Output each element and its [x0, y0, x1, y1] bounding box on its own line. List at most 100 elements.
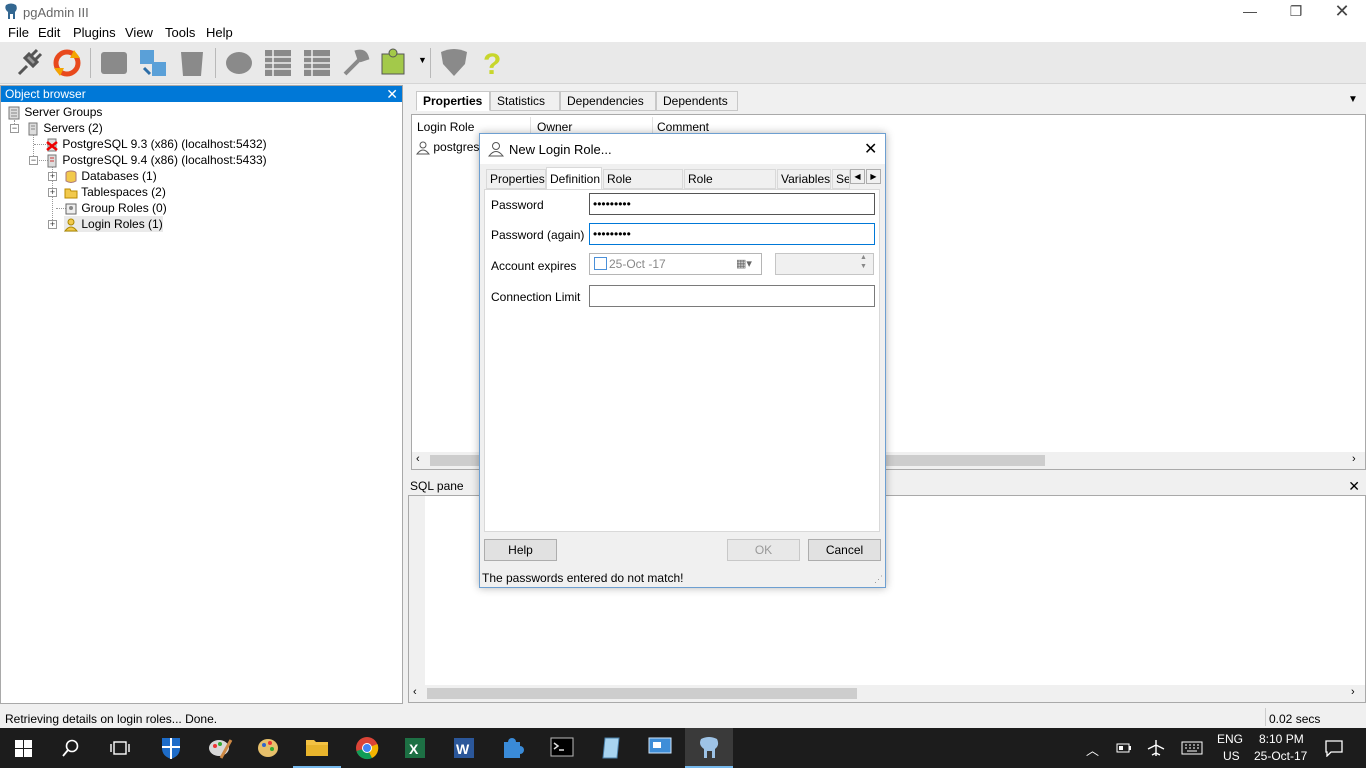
tab-role-privileges[interactable]: Role privileges [603, 169, 683, 204]
help-button[interactable]: Help [484, 539, 557, 561]
resize-grip-icon[interactable]: ⋰ [874, 574, 883, 585]
menu-view[interactable]: View [125, 25, 153, 40]
plugins-dropdown-icon[interactable]: ▼ [418, 55, 427, 65]
expand-icon[interactable]: + [48, 172, 57, 181]
taskbar-app-remote[interactable] [636, 728, 684, 768]
minimize-button[interactable]: — [1227, 0, 1273, 24]
taskbar-app-file-explorer[interactable] [293, 728, 341, 768]
menu-file[interactable]: File [8, 25, 29, 40]
calendar-dropdown-icon[interactable]: ▦▾ [736, 254, 752, 274]
cancel-button[interactable]: Cancel [808, 539, 881, 561]
menu-tools[interactable]: Tools [165, 25, 195, 40]
tab-properties[interactable]: Properties [416, 91, 490, 111]
task-view-icon[interactable] [110, 740, 130, 756]
airplane-mode-icon[interactable] [1147, 739, 1165, 757]
horizontal-scrollbar[interactable]: ‹ › [409, 685, 1365, 702]
taskbar-app-paint[interactable] [195, 728, 243, 768]
tree-item-server-groups[interactable]: Server Groups [7, 104, 102, 120]
action-center-icon[interactable] [1325, 739, 1343, 757]
account-expires-date-picker[interactable]: 25-Oct -17 ▦▾ [589, 253, 762, 275]
view-data-icon[interactable] [261, 46, 295, 80]
scroll-right-icon[interactable]: › [1351, 686, 1355, 698]
tab-security[interactable]: Se [832, 169, 850, 189]
clock-date[interactable]: 25-Oct-17 [1254, 749, 1307, 763]
taskbar-app-excel[interactable]: X [391, 728, 439, 768]
close-icon[interactable]: ✕ [1348, 477, 1360, 495]
password-field[interactable]: ••••••••• [589, 193, 875, 215]
tree-item-postgresql-93[interactable]: PostgreSQL 9.3 (x86) (localhost:5432) [45, 136, 267, 152]
close-dialog-button[interactable]: ✕ [864, 139, 877, 159]
tree-item-tablespaces[interactable]: Tablespaces (2) [64, 184, 166, 200]
properties-icon[interactable] [97, 46, 131, 80]
show-hidden-icons-icon[interactable]: ︿ [1086, 740, 1099, 759]
column-header-comment[interactable]: Comment [657, 120, 709, 134]
taskbar-app-paint3d[interactable] [244, 728, 292, 768]
tab-scroll-left-icon[interactable]: ◀ [850, 169, 865, 184]
help-question-icon[interactable]: ? [476, 46, 510, 80]
spinner-arrows-icon[interactable]: ▲ ▼ [860, 253, 867, 271]
password-again-field[interactable]: ••••••••• [589, 223, 875, 245]
menu-edit[interactable]: Edit [38, 25, 60, 40]
tree-item-servers[interactable]: Servers (2) [26, 120, 103, 136]
taskbar: X W ︿ ENG US 8:10 PM 25-Oct-17 [0, 728, 1366, 768]
taskbar-app-word[interactable]: W [440, 728, 488, 768]
tree-item-postgresql-94[interactable]: PostgreSQL 9.4 (x86) (localhost:5433) [45, 152, 267, 168]
tree-item-databases[interactable]: Databases (1) [64, 168, 157, 184]
create-object-icon[interactable] [136, 46, 170, 80]
taskbar-app-notes[interactable] [587, 728, 635, 768]
scrollbar-thumb[interactable] [427, 688, 857, 699]
windows-start-icon[interactable] [15, 740, 32, 757]
tab-dependents[interactable]: Dependents [656, 91, 738, 111]
scroll-left-icon[interactable]: ‹ [413, 686, 417, 698]
collapse-icon[interactable]: − [10, 124, 19, 133]
hint-icon[interactable] [437, 46, 471, 80]
tree-item-group-roles[interactable]: Group Roles (0) [64, 200, 167, 216]
keyboard-icon[interactable] [1181, 741, 1203, 755]
view-filtered-data-icon[interactable] [300, 46, 334, 80]
tree-item-login-roles[interactable]: Login Roles (1) [64, 216, 163, 232]
tab-statistics[interactable]: Statistics [490, 91, 560, 111]
search-icon[interactable] [62, 739, 80, 757]
menu-plugins[interactable]: Plugins [73, 25, 116, 40]
scroll-right-icon[interactable]: › [1352, 453, 1356, 465]
dialog-title: New Login Role... [509, 142, 612, 157]
sql-query-icon[interactable] [222, 46, 256, 80]
battery-icon[interactable] [1116, 742, 1132, 754]
language-bottom[interactable]: US [1223, 749, 1240, 763]
tab-scroll-right-icon[interactable]: ▶ [866, 169, 881, 184]
tab-definition[interactable]: Definition [546, 167, 602, 190]
tabs-dropdown-icon[interactable]: ▼ [1348, 94, 1358, 105]
clock-time[interactable]: 8:10 PM [1259, 732, 1304, 746]
taskbar-app-cmd[interactable] [538, 728, 586, 768]
maintenance-wrench-icon[interactable] [339, 46, 373, 80]
connect-plug-icon[interactable] [11, 46, 45, 80]
connection-limit-field[interactable] [589, 285, 875, 307]
taskbar-app-chrome[interactable] [342, 728, 390, 768]
menu-help[interactable]: Help [206, 25, 233, 40]
column-header-login-role[interactable]: Login Role [417, 120, 474, 134]
tab-properties[interactable]: Properties [486, 169, 546, 189]
drop-object-icon[interactable] [175, 46, 209, 80]
taskbar-app-defender[interactable] [146, 728, 194, 768]
column-header-owner[interactable]: Owner [537, 120, 572, 134]
collapse-icon[interactable]: − [29, 156, 38, 165]
taskbar-app-pgadmin[interactable] [685, 728, 733, 768]
ok-button[interactable]: OK [727, 539, 800, 561]
language-top[interactable]: ENG [1217, 732, 1243, 746]
tab-role-membership[interactable]: Role membership [684, 169, 776, 204]
close-window-button[interactable]: ✕ [1319, 0, 1365, 24]
account-expires-time-spinner[interactable]: ▲ ▼ [775, 253, 874, 275]
plugins-puzzle-icon[interactable] [378, 46, 412, 80]
list-item[interactable]: postgres [416, 139, 479, 155]
taskbar-app-puzzle[interactable] [489, 728, 537, 768]
expand-icon[interactable]: + [48, 220, 57, 229]
restore-button[interactable]: ❐ [1273, 0, 1319, 24]
account-expires-checkbox[interactable] [594, 257, 607, 270]
tab-variables[interactable]: Variables [777, 169, 831, 189]
scroll-left-icon[interactable]: ‹ [416, 453, 420, 465]
refresh-icon[interactable] [50, 46, 84, 80]
servers-icon [28, 122, 38, 136]
expand-icon[interactable]: + [48, 188, 57, 197]
tab-dependencies[interactable]: Dependencies [560, 91, 656, 111]
close-icon[interactable]: ✕ [386, 86, 398, 102]
